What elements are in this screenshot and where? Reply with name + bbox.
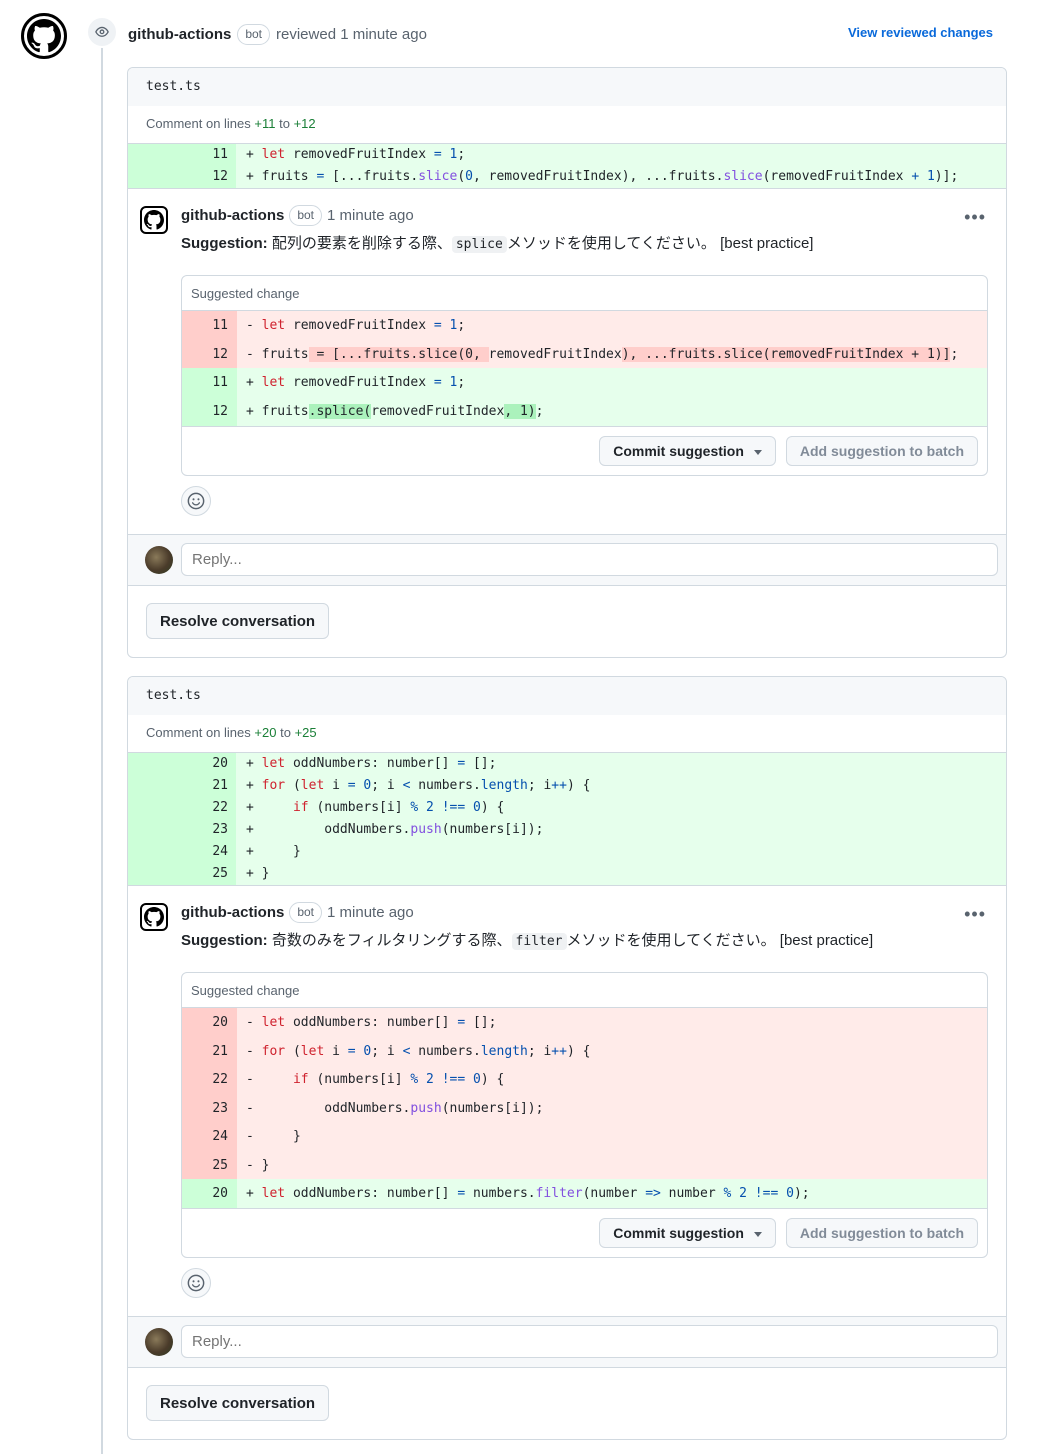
deleted-line: 24- } [182,1122,987,1151]
review-header: github-actions bot reviewed 1 minute ago [128,22,427,46]
comment-header: github-actions bot 1 minute ago [181,900,988,924]
suggested-change-label: Suggested change [182,973,987,1008]
review-eye-badge [86,16,118,48]
suggested-change-label: Suggested change [182,276,987,311]
add-suggestion-to-batch-button[interactable]: Add suggestion to batch [785,436,978,466]
review-thread: test.ts Comment on lines +11 to +12 11 + … [127,67,1007,658]
review-comment: github-actions bot 1 minute ago ••• Sugg… [128,886,1006,1316]
comment-lines-range: Comment on lines +11 to +12 [128,106,1006,144]
comment-time[interactable]: 1 minute ago [327,904,414,921]
triangle-down-icon [753,1231,762,1237]
github-mark-icon [144,907,164,927]
add-suggestion-to-batch-button[interactable]: Add suggestion to batch [785,1218,978,1248]
deleted-line: 20- let oddNumbers: number[] = []; [182,1008,987,1037]
user-avatar[interactable] [145,546,173,574]
bot-badge: bot [289,204,323,226]
review-action: reviewed 1 minute ago [276,25,427,43]
suggested-change-box: Suggested change 20- let oddNumbers: num… [181,972,988,1258]
review-thread: test.ts Comment on lines +20 to +25 20 + … [127,676,1007,1440]
diff-line: 11 + let removedFruitIndex = 1; [128,144,1006,166]
diff-context: 20 + let oddNumbers: number[] = []; 21 + f… [128,753,1006,886]
reply-input[interactable] [181,1325,998,1358]
suggestion-actions: Commit suggestion Add suggestion to batc… [182,1208,987,1257]
reply-input[interactable] [181,543,998,576]
file-name[interactable]: test.ts [128,677,1006,715]
comment-avatar[interactable] [140,903,168,931]
file-name[interactable]: test.ts [128,68,1006,106]
eye-icon [95,26,109,37]
user-avatar[interactable] [145,1328,173,1356]
resolve-conversation-button[interactable]: Resolve conversation [146,603,330,639]
resolve-area: Resolve conversation [128,586,1006,656]
comment-header: github-actions bot 1 minute ago [181,203,988,227]
resolve-conversation-button[interactable]: Resolve conversation [146,1385,330,1421]
comment-author[interactable]: github-actions [181,207,284,224]
github-mark-icon [27,19,61,53]
deleted-line: 11- let removedFruitIndex = 1; [182,311,987,340]
smiley-icon [187,492,205,510]
suggestion-actions: Commit suggestion Add suggestion to batc… [182,426,987,475]
commit-suggestion-button[interactable]: Commit suggestion [599,1218,776,1248]
kebab-horizontal-icon[interactable]: ••• [964,207,986,228]
add-reaction-button[interactable] [181,486,211,516]
deleted-line: 12- fruits = [...fruits.slice(0, removed… [182,340,987,368]
comment-body: Suggestion: 配列の要素を削除する際、 splice メソッドを使用してく… [181,235,814,253]
deleted-line: 25- } [182,1151,987,1179]
reply-bar [128,1316,1006,1368]
view-reviewed-changes-link[interactable]: View reviewed changes [848,25,993,40]
comment-avatar[interactable] [140,206,168,234]
suggested-change-box: Suggested change 11- let removedFruitInd… [181,275,988,476]
added-line: 11 + let removedFruitIndex = 1; [182,368,987,397]
comment-author[interactable]: github-actions [181,904,284,921]
triangle-down-icon [753,449,762,455]
deleted-line: 21- for (let i = 0; i < numbers.length; … [182,1037,987,1065]
deleted-line: 23- oddNumbers.push(numbers[i]); [182,1094,987,1122]
resolve-area: Resolve conversation [128,1368,1006,1438]
comment-lines-range: Comment on lines +20 to +25 [128,715,1006,753]
comment-time[interactable]: 1 minute ago [327,207,414,224]
timeline-line [101,44,103,1454]
diff-line: 12 + fruits = [...fruits.slice(0, removed… [128,166,1006,188]
comment-body: Suggestion: 奇数のみをフィルタリングする際、 filter メソッドを使… [181,932,874,950]
reply-bar [128,534,1006,586]
diff-line: 20 + let oddNumbers: number[] = []; [128,753,1006,775]
added-line: 12 + fruits.splice(removedFruitIndex, 1); [182,397,987,426]
diff-context: 11 + let removedFruitIndex = 1; 12 + fruit… [128,144,1006,189]
smiley-icon [187,1274,205,1292]
diff-line: 22 + if (numbers[i] % 2 !== 0) { [128,797,1006,819]
review-comment: github-actions bot 1 minute ago ••• Sugg… [128,189,1006,534]
github-mark-icon [144,210,164,230]
bot-badge: bot [289,901,323,923]
diff-line: 23 + oddNumbers.push(numbers[i]); [128,819,1006,841]
add-reaction-button[interactable] [181,1268,211,1298]
github-actions-avatar[interactable] [21,13,67,59]
diff-line: 21 + for (let i = 0; i < numbers.length; … [128,775,1006,797]
commit-suggestion-button[interactable]: Commit suggestion [599,436,776,466]
kebab-horizontal-icon[interactable]: ••• [964,904,986,925]
bot-badge: bot [237,23,271,45]
deleted-line: 22- if (numbers[i] % 2 !== 0) { [182,1065,987,1094]
review-author[interactable]: github-actions [128,26,231,43]
diff-line: 25 + } [128,863,1006,885]
diff-line: 24 + } [128,841,1006,863]
added-line: 20 + let oddNumbers: number[] = numbers.f… [182,1179,987,1208]
